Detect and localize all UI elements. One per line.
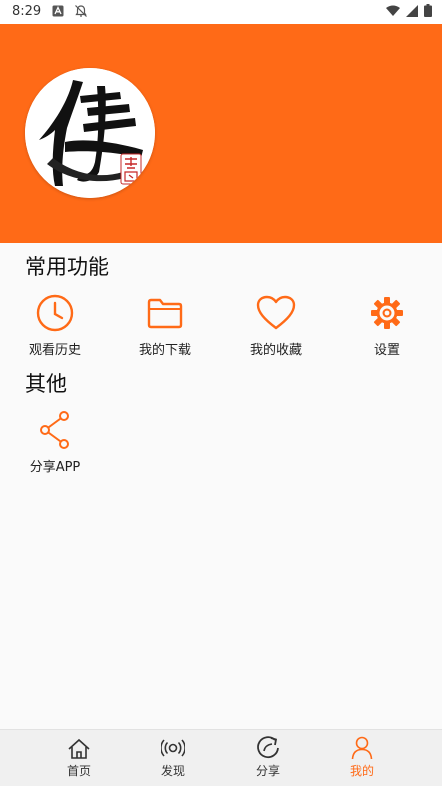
clock-icon <box>36 294 74 332</box>
section-title-common: 常用功能 <box>25 255 109 279</box>
downloads-label: 我的下载 <box>138 343 191 358</box>
tab-discover-label: 发现 <box>160 764 185 778</box>
signal-icon <box>406 4 418 21</box>
gear-icon <box>371 297 403 329</box>
broadcast-icon <box>161 739 185 757</box>
battery-icon <box>424 4 432 21</box>
tab-mine[interactable]: 我的 <box>307 730 417 786</box>
status-bar: 8:29 <box>0 0 442 24</box>
share-icon <box>40 411 69 449</box>
person-icon <box>351 736 373 760</box>
wifi-icon <box>386 5 400 21</box>
section-title-other: 其他 <box>25 372 67 396</box>
avatar[interactable] <box>25 68 155 198</box>
history-button[interactable]: 观看历史 <box>0 292 110 358</box>
share-app-button[interactable]: 分享APP <box>0 409 110 475</box>
refresh-share-icon <box>257 736 279 759</box>
favorites-button[interactable]: 我的收藏 <box>221 292 331 358</box>
tab-mine-label: 我的 <box>349 764 374 778</box>
notification-a-icon <box>52 5 64 21</box>
profile-header <box>0 24 442 243</box>
avatar-logo-icon <box>25 68 155 198</box>
bell-off-icon <box>74 4 88 22</box>
settings-button[interactable]: 设置 <box>332 292 442 358</box>
home-icon <box>68 738 90 759</box>
bottom-tab-bar: 首页 发现 分享 我的 <box>0 729 442 786</box>
settings-label: 设置 <box>373 343 400 358</box>
history-label: 观看历史 <box>28 343 81 358</box>
favorites-label: 我的收藏 <box>249 343 302 358</box>
folder-icon <box>147 298 183 329</box>
heart-icon <box>256 295 296 330</box>
downloads-button[interactable]: 我的下载 <box>110 292 220 358</box>
share-app-label: 分享APP <box>29 460 81 475</box>
tab-discover[interactable]: 发现 <box>118 730 228 786</box>
status-time: 8:29 <box>12 4 42 19</box>
